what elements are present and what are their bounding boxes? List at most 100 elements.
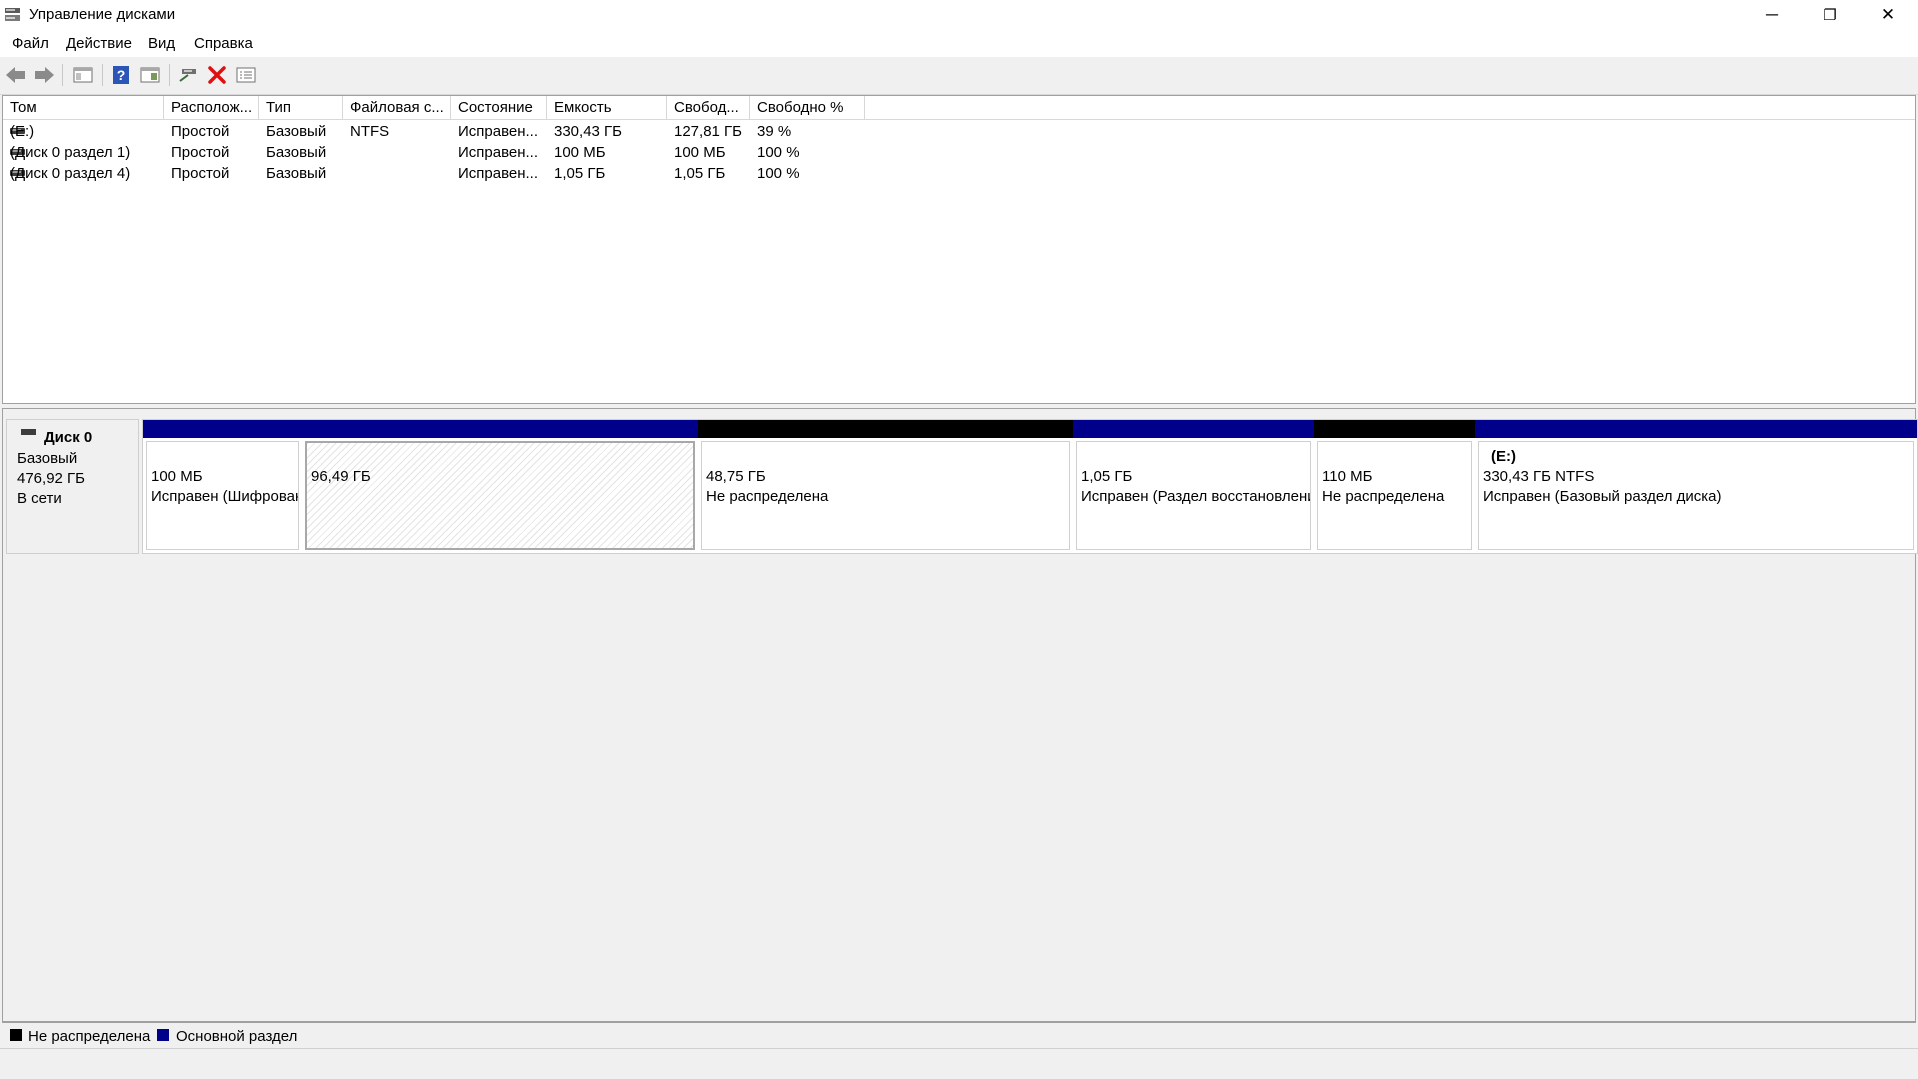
- cell-capacity: 330,43 ГБ: [554, 123, 623, 140]
- volume-row[interactable]: (Диск 0 раздел 4) Простой Базовый Исправ…: [3, 163, 1915, 184]
- volume-list[interactable]: Том Располож... Тип Файловая с... Состоя…: [2, 95, 1916, 404]
- disk-type: Базовый: [17, 450, 78, 467]
- partition-96gb[interactable]: 96,49 ГБ: [302, 420, 698, 553]
- cell-free-space: 100 МБ: [674, 144, 726, 161]
- cell-file-system: [343, 163, 451, 184]
- disk-0-label[interactable]: Диск 0 Базовый 476,92 ГБ В сети: [6, 419, 139, 554]
- column-header-volume[interactable]: Том: [3, 96, 164, 119]
- cell-percent-free: 39 %: [757, 123, 792, 140]
- partition-bar: [1314, 420, 1475, 438]
- legend-label-primary: Основной раздел: [176, 1028, 298, 1045]
- cell-type: Базовый: [266, 123, 327, 140]
- partition-label: (E:): [1491, 448, 1516, 465]
- menu-view[interactable]: Вид: [148, 35, 175, 52]
- delete-icon: [208, 66, 226, 84]
- partition-status: Исправен (Шифрованный (EFI) системный ра…: [151, 488, 298, 505]
- cell-free-space: 1,05 ГБ: [674, 165, 726, 182]
- disk-name: Диск 0: [44, 429, 93, 446]
- legend-swatch-unallocated: [10, 1029, 22, 1041]
- properties-button[interactable]: [234, 63, 258, 87]
- partition-status: Не распределена: [706, 488, 829, 505]
- disk-0-partitions: 100 МБ Исправен (Шифрованный (EFI) систе…: [142, 419, 1918, 554]
- partition-body: 96,49 ГБ: [305, 441, 695, 550]
- partition-body: (E:) 330,43 ГБ NTFS Исправен (Базовый ра…: [1478, 441, 1914, 550]
- cell-volume: (Диск 0 раздел 4): [10, 165, 131, 182]
- cell-layout: Простой: [171, 165, 230, 182]
- partition-size: 96,49 ГБ: [311, 468, 371, 485]
- minimize-button[interactable]: ─: [1743, 0, 1801, 29]
- connect-icon: [179, 69, 196, 82]
- menu-help[interactable]: Справка: [194, 35, 253, 52]
- cell-free-space: 127,81 ГБ: [674, 123, 743, 140]
- cell-file-system: NTFS: [350, 123, 390, 140]
- partition-bar: [698, 420, 1073, 438]
- cell-status: Исправен...: [458, 144, 539, 161]
- cell-status: Исправен...: [458, 165, 539, 182]
- close-button[interactable]: ✕: [1859, 0, 1917, 29]
- column-header-percent-free[interactable]: Свободно %: [750, 96, 865, 119]
- partition-status: Исправен (Базовый раздел диска): [1483, 488, 1722, 505]
- restore-button[interactable]: ❐: [1801, 0, 1859, 29]
- toolbar-separator: [169, 64, 170, 86]
- partition-status: Исправен (Раздел восстановления): [1081, 488, 1311, 505]
- partition-bar: [302, 420, 698, 438]
- partition-size: 100 МБ: [151, 468, 203, 485]
- partition-unallocated-48gb[interactable]: 48,75 ГБ Не распределена: [698, 420, 1073, 553]
- close-icon: ✕: [1880, 4, 1896, 24]
- properties-view-icon: [140, 67, 160, 83]
- svg-text:?: ?: [117, 67, 126, 83]
- cell-percent-free: 100 %: [757, 144, 800, 161]
- cell-volume: (E:): [10, 123, 35, 140]
- cell-layout: Простой: [171, 123, 230, 140]
- partition-body: 110 МБ Не распределена: [1317, 441, 1472, 550]
- forward-button[interactable]: [32, 63, 56, 87]
- partition-e[interactable]: (E:) 330,43 ГБ NTFS Исправен (Базовый ра…: [1475, 420, 1917, 553]
- menu-action[interactable]: Действие: [66, 35, 132, 52]
- back-icon: [6, 67, 25, 83]
- restore-icon: ❐: [1823, 6, 1837, 24]
- partition-body: 100 МБ Исправен (Шифрованный (EFI) систе…: [146, 441, 299, 550]
- disk-icon: [21, 429, 36, 435]
- column-header-type[interactable]: Тип: [259, 96, 343, 119]
- column-header-layout[interactable]: Располож...: [164, 96, 259, 119]
- menu-file[interactable]: Файл: [12, 35, 49, 52]
- console-tree-button[interactable]: [71, 63, 95, 87]
- partition-size: 330,43 ГБ NTFS: [1483, 468, 1595, 485]
- partition-bar: [143, 420, 302, 438]
- legend-swatch-primary: [157, 1029, 169, 1041]
- disk-size: 476,92 ГБ: [17, 470, 86, 487]
- console-tree-icon: [73, 67, 93, 83]
- cell-status: Исправен...: [458, 123, 539, 140]
- menu-bar: Файл Действие Вид Справка: [0, 29, 1918, 57]
- cell-file-system: [343, 142, 451, 163]
- volume-list-header: Том Располож... Тип Файловая с... Состоя…: [3, 96, 1915, 120]
- toolbar: ?: [0, 57, 1918, 95]
- window-title: Управление дисками: [29, 6, 176, 23]
- disk-status: В сети: [17, 490, 62, 507]
- column-header-file-system[interactable]: Файловая с...: [343, 96, 451, 119]
- partition-body: 1,05 ГБ Исправен (Раздел восстановления): [1076, 441, 1311, 550]
- column-header-capacity[interactable]: Емкость: [547, 96, 667, 119]
- properties-view-button[interactable]: [138, 63, 162, 87]
- volume-row[interactable]: (Диск 0 раздел 1) Простой Базовый Исправ…: [3, 142, 1915, 163]
- column-header-status[interactable]: Состояние: [451, 96, 547, 119]
- partition-status: Не распределена: [1322, 488, 1445, 505]
- partition-efi[interactable]: 100 МБ Исправен (Шифрованный (EFI) систе…: [143, 420, 302, 553]
- cell-volume: (Диск 0 раздел 1): [10, 144, 131, 161]
- help-button[interactable]: ?: [109, 63, 133, 87]
- volume-row[interactable]: (E:) Простой Базовый NTFS Исправен... 33…: [3, 121, 1915, 142]
- column-header-free-space[interactable]: Свобод...: [667, 96, 750, 119]
- partition-unallocated-110mb[interactable]: 110 МБ Не распределена: [1314, 420, 1475, 553]
- delete-button[interactable]: [205, 63, 229, 87]
- back-button[interactable]: [4, 63, 28, 87]
- properties-icon: [236, 67, 256, 83]
- toolbar-separator: [62, 64, 63, 86]
- connect-button[interactable]: [176, 63, 200, 87]
- partition-recovery[interactable]: 1,05 ГБ Исправен (Раздел восстановления): [1073, 420, 1314, 553]
- partition-bar: [1475, 420, 1917, 438]
- cell-capacity: 100 МБ: [554, 144, 606, 161]
- legend-label-unallocated: Не распределена: [28, 1028, 151, 1045]
- partition-bar: [1073, 420, 1314, 438]
- cell-layout: Простой: [171, 144, 230, 161]
- status-bar: [0, 1048, 1918, 1079]
